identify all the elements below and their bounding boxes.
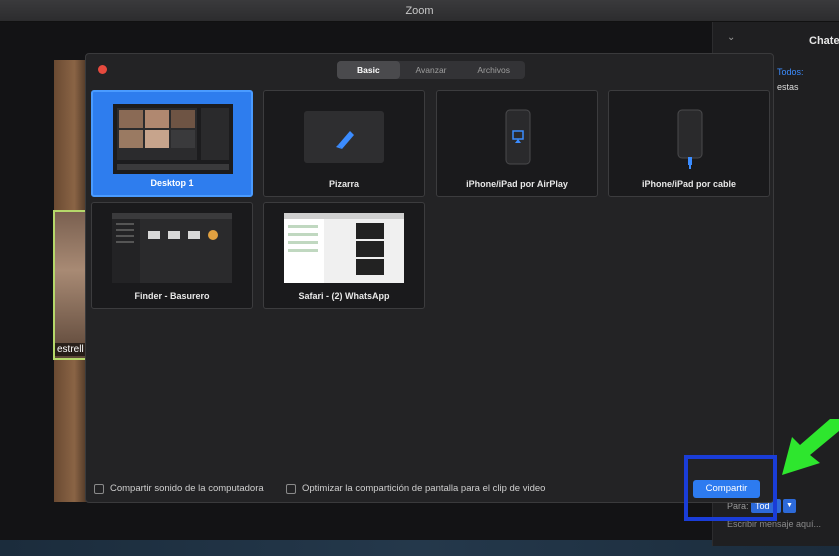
- tile-label: iPhone/iPad por AirPlay: [466, 179, 568, 189]
- optimize-video-label: Optimizar la compartición de pantalla pa…: [302, 483, 546, 494]
- chat-recipient-label: Todos:: [777, 67, 804, 77]
- share-screen-dialog: Basic Avanzar Archivos Desktop 1 Pizarra…: [85, 53, 774, 503]
- participant-name: estrell: [55, 343, 86, 356]
- safari-window-thumbnail-icon: [284, 213, 404, 283]
- share-tile-whiteboard[interactable]: Pizarra: [263, 90, 425, 197]
- share-options: Compartir sonido de la computadora Optim…: [86, 479, 775, 503]
- share-tabs: Basic Avanzar Archivos: [337, 61, 525, 79]
- close-icon[interactable]: [98, 65, 107, 74]
- desktop-thumbnail-icon: [113, 104, 233, 174]
- optimize-video-checkbox[interactable]: [286, 483, 296, 494]
- share-sound-option[interactable]: Compartir sonido de la computadora: [94, 483, 264, 494]
- window-title-bar: Zoom: [0, 0, 839, 22]
- chat-title: Chatea: [809, 35, 839, 47]
- tile-label: Finder - Basurero: [134, 291, 210, 301]
- tile-label: iPhone/iPad por cable: [641, 179, 737, 189]
- highlight-box: [684, 455, 777, 521]
- optimize-video-option[interactable]: Optimizar la compartición de pantalla pa…: [286, 483, 545, 494]
- tab-advanced[interactable]: Avanzar: [400, 61, 463, 79]
- share-sound-checkbox[interactable]: [94, 483, 104, 494]
- chat-message: estas: [777, 82, 799, 92]
- finder-window-thumbnail-icon: [112, 213, 232, 283]
- share-tile-finder[interactable]: Finder - Basurero: [91, 202, 253, 309]
- whiteboard-pencil-icon: [304, 111, 384, 163]
- tab-basic[interactable]: Basic: [337, 61, 400, 79]
- share-tile-cable[interactable]: iPhone/iPad por cable: [608, 90, 770, 197]
- green-arrow-icon: [782, 419, 839, 475]
- tab-files[interactable]: Archivos: [462, 61, 525, 79]
- tile-label: Desktop 1: [150, 178, 194, 188]
- share-tile-desktop[interactable]: Desktop 1: [91, 90, 253, 197]
- window-title: Zoom: [405, 5, 434, 17]
- chevron-down-icon[interactable]: ▼: [783, 499, 796, 513]
- chevron-down-icon[interactable]: ⌄: [727, 32, 735, 43]
- tile-label: Pizarra: [328, 179, 360, 189]
- airplay-phone-icon: [505, 109, 531, 165]
- share-tile-safari[interactable]: Safari - (2) WhatsApp: [263, 202, 425, 309]
- share-sound-label: Compartir sonido de la computadora: [110, 483, 264, 494]
- cable-phone-icon: [677, 109, 703, 169]
- share-tile-airplay[interactable]: iPhone/iPad por AirPlay: [436, 90, 598, 197]
- tile-label: Safari - (2) WhatsApp: [298, 291, 390, 301]
